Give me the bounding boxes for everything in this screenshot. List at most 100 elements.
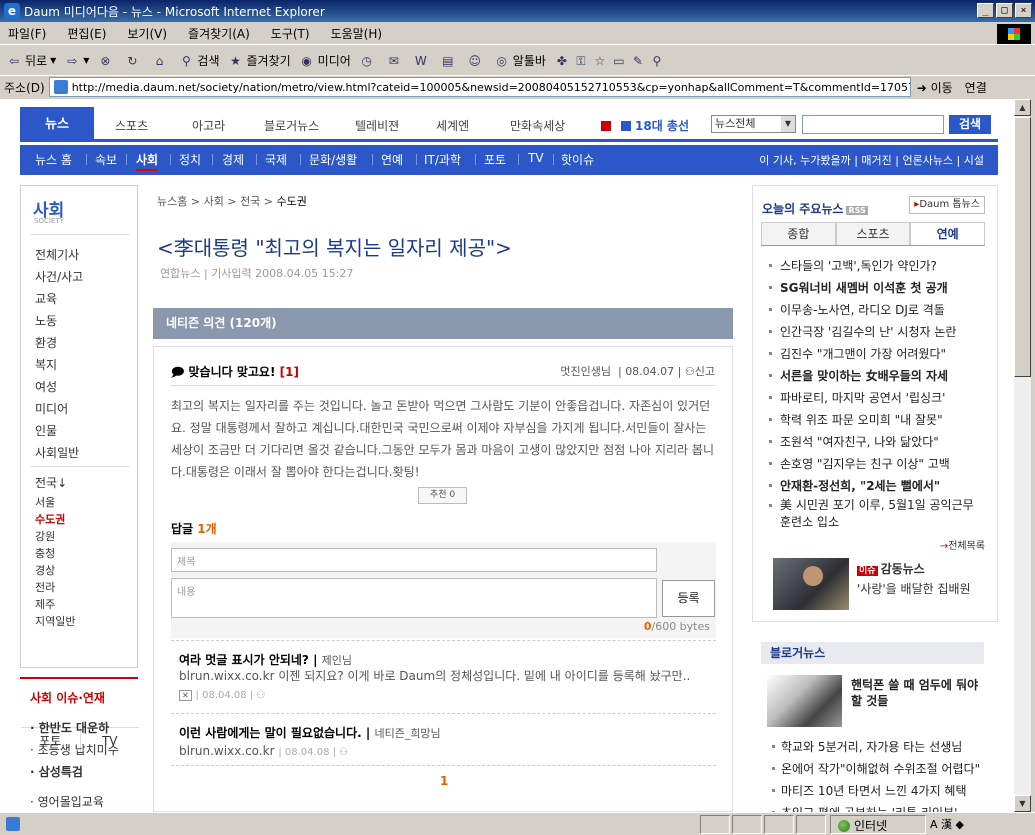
reply-title[interactable]: 이런 사람에게는 말이 필요없습니다. | 네티즌_희망님 (179, 724, 441, 741)
search-submit-button[interactable]: 검색 (949, 115, 991, 134)
menu-view[interactable]: 보기(V) (127, 25, 167, 42)
sidebar-item-environment[interactable]: 환경 (35, 334, 57, 351)
subnav-international[interactable]: 국제 (265, 151, 287, 168)
subnav-breaking[interactable]: 속보 (95, 151, 117, 168)
reply-author[interactable]: 제인님 (322, 654, 352, 667)
news-item[interactable]: 서른을 맞이하는 女배우들의 자세 (769, 367, 984, 384)
comment-author[interactable]: 멋진인생님 (560, 365, 611, 378)
reply-author[interactable]: 네티즌_희망님 (374, 727, 440, 740)
menu-file[interactable]: 파일(F) (8, 25, 46, 42)
good-news-link[interactable]: '사랑'을 배달한 집배원 (857, 580, 971, 597)
sidebar-region-gyeongsang[interactable]: 경상 (35, 562, 55, 578)
go-button[interactable]: ➜ 이동 (917, 79, 953, 96)
minimize-button[interactable]: _ (977, 3, 994, 18)
page-number[interactable]: 1 (440, 774, 448, 788)
addon-buttons[interactable]: ✤ ⚿ ☆ ▭ ✎ ⚲ (554, 53, 668, 69)
back-button[interactable]: ⇦ 뒤로 ▼ (6, 52, 56, 69)
discuss-button[interactable]: ▤ (440, 53, 459, 69)
sidebar-region-metro[interactable]: 수도권 (35, 511, 65, 527)
subnav-right-links[interactable]: 이 기사, 누가봤을까 | 매거진 | 언론사뉴스 | 시설 (759, 152, 984, 168)
blog-item[interactable]: 마티즈 10년 타면서 느낀 4가지 혜택 (772, 782, 992, 799)
nav-sports[interactable]: 스포츠 (115, 117, 148, 134)
nav-election[interactable]: 18대 총선 (601, 117, 689, 134)
home-button[interactable]: ⌂ (151, 53, 170, 69)
subnav-news-home[interactable]: 뉴스 홈 (35, 151, 72, 168)
sidebar-item-nationwide[interactable]: 전국↓ (35, 474, 67, 491)
news-item[interactable]: 조원석 "여자친구, 나와 닮았다" (769, 433, 984, 450)
news-item[interactable]: 스타들의 '고백',독인가 약인가? (769, 257, 984, 274)
register-button[interactable]: 등록 (662, 580, 715, 617)
news-item[interactable]: 파바로티, 마지막 공연서 '립싱크' (769, 389, 984, 406)
mail-button[interactable]: ✉ (386, 53, 405, 69)
nav-news[interactable]: 뉴스 (20, 107, 94, 142)
tab-sports[interactable]: 스포츠 (835, 222, 911, 245)
scroll-up-button[interactable]: ▲ (1014, 99, 1031, 116)
search-button[interactable]: ⚲ 검색 (178, 52, 220, 69)
sidebar-item-education[interactable]: 교육 (35, 290, 57, 307)
sidebar-region-regional[interactable]: 지역일반 (35, 613, 75, 629)
scroll-thumb[interactable] (1014, 117, 1031, 377)
breadcrumb-item[interactable]: 사회 (204, 195, 224, 208)
nav-comics[interactable]: 만화속세상 (510, 117, 565, 134)
sidebar-item-all[interactable]: 전체기사 (35, 246, 79, 263)
news-item[interactable]: 인간극장 '김길수의 난' 시청자 논란 (769, 323, 984, 340)
tab-entertainment[interactable]: 연예 (910, 222, 986, 245)
reply-title[interactable]: 여라 멋글 표시가 안되네? | 제인님 (179, 651, 352, 668)
all-news-link[interactable]: →전체목록 (940, 537, 985, 552)
nav-blognews[interactable]: 블로거뉴스 (264, 117, 319, 134)
sidebar-item-welfare[interactable]: 복지 (35, 356, 57, 373)
search-category-select[interactable]: 뉴스전체 (711, 115, 796, 133)
nav-world[interactable]: 세계엔 (436, 117, 469, 134)
breadcrumb-item[interactable]: 전국 (240, 195, 260, 208)
subnav-politics[interactable]: 정치 (179, 151, 201, 168)
news-item[interactable]: 美 시민권 포기 이루, 5월1일 공익근무 훈련소 입소 (769, 497, 984, 531)
favorites-button[interactable]: ★ 즐겨찾기 (228, 52, 291, 69)
menu-edit[interactable]: 편집(E) (67, 25, 106, 42)
report-button[interactable]: ⚇신고 (685, 365, 715, 378)
altoolbar-button[interactable]: ◎ 알툴바 (494, 52, 546, 69)
subnav-entertainment[interactable]: 연예 (381, 151, 403, 168)
sidebar-item-incident[interactable]: 사건/사고 (35, 268, 83, 285)
links-button[interactable]: 연결 (965, 79, 987, 96)
scroll-down-button[interactable]: ▼ (1014, 795, 1031, 812)
close-button[interactable]: × (1015, 3, 1032, 18)
breadcrumb-item[interactable]: 뉴스홈 (157, 195, 187, 208)
search-input[interactable] (802, 115, 944, 134)
messenger-button[interactable]: ☺ (467, 53, 486, 69)
nav-television[interactable]: 텔레비젼 (355, 117, 399, 134)
subnav-economy[interactable]: 경제 (222, 151, 244, 168)
tab-general[interactable]: 종합 (761, 222, 836, 245)
comment-title[interactable]: 🗩 맞습니다 맞고요! [1] (171, 363, 299, 384)
good-news-photo[interactable] (773, 558, 849, 610)
edit-button[interactable]: W (413, 53, 432, 69)
news-item[interactable]: 안재환-정선희, "2세는 뻘에서" (769, 477, 984, 494)
daum-top-news-button[interactable]: ▸Daum 톱뉴스 (909, 196, 985, 214)
reply-content-input[interactable]: 내용 (171, 578, 657, 618)
ime-indicator[interactable]: A 漢 ◆ (930, 816, 964, 832)
sidebar-item-women[interactable]: 여성 (35, 378, 57, 395)
sidebar-region-gangwon[interactable]: 강원 (35, 528, 55, 544)
delete-icon[interactable]: ✕ (179, 690, 192, 701)
vertical-scrollbar[interactable]: ▲ ▼ (1014, 99, 1031, 812)
stop-button[interactable]: ⊗ (97, 53, 116, 69)
nav-agora[interactable]: 아고라 (192, 117, 225, 134)
sidebar-item-media[interactable]: 미디어 (35, 400, 68, 417)
news-item[interactable]: 학력 위조 파문 오미희 "내 잘못" (769, 411, 984, 428)
sidebar-region-seoul[interactable]: 서울 (35, 494, 55, 510)
sidebar-item-labor[interactable]: 노동 (35, 312, 57, 329)
issue-item[interactable]: · 한반도 대운하 (30, 719, 109, 736)
subnav-society[interactable]: 사회 (136, 151, 159, 171)
menu-tools[interactable]: 도구(T) (271, 25, 310, 42)
menu-help[interactable]: 도움말(H) (331, 25, 383, 42)
media-button[interactable]: ◉ 미디어 (299, 52, 350, 69)
blog-item[interactable]: 학교와 5분거리, 자가용 타는 선생님 (772, 738, 992, 755)
sidebar-item-people[interactable]: 인물 (35, 422, 57, 439)
article-source[interactable]: 연합뉴스 (160, 267, 200, 280)
reply-subject-input[interactable]: 제목 (171, 548, 657, 572)
recommend-button[interactable]: 추천 0 (418, 487, 467, 504)
forward-button[interactable]: ⇨ ▼ (64, 53, 89, 69)
rss-icon[interactable]: RSS (846, 206, 868, 215)
subnav-culture[interactable]: 문화/생활 (309, 151, 357, 168)
news-item[interactable]: 김진수 "개그맨이 가장 어려웠다" (769, 345, 984, 362)
subnav-tv[interactable]: TV (528, 151, 544, 165)
